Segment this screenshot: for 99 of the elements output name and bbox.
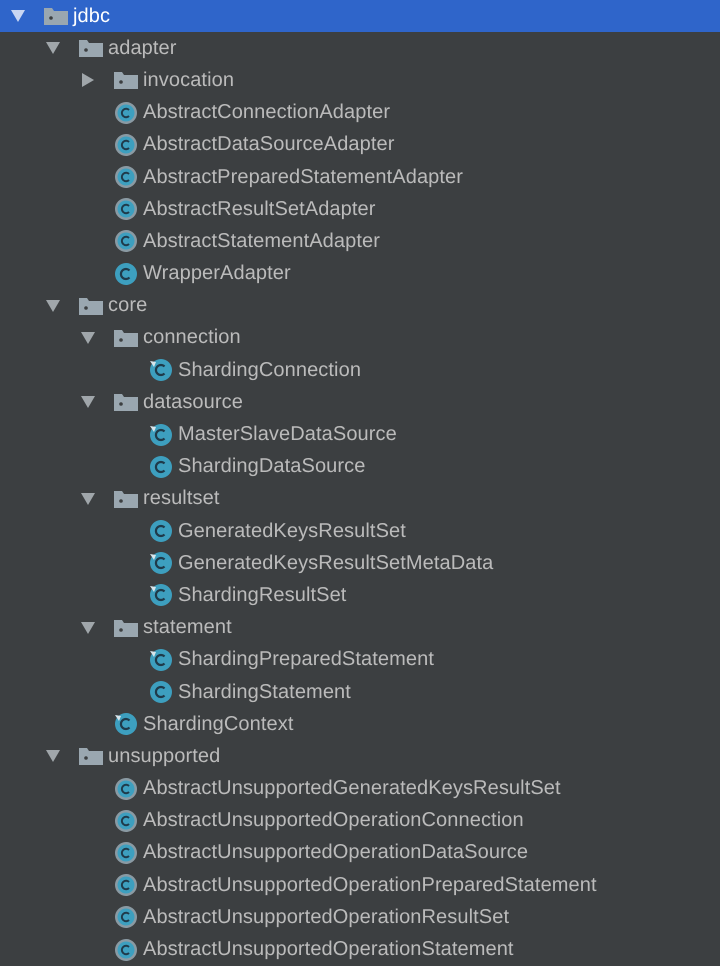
expanded-arrow-icon[interactable] xyxy=(81,395,95,410)
class-icon xyxy=(149,454,173,479)
tree-item-label: MasterSlaveDataSource xyxy=(178,423,397,446)
tree-item-label: datasource xyxy=(143,390,243,414)
tree-item[interactable]: ShardingDataSource xyxy=(0,450,720,483)
tree-item-label: connection xyxy=(143,326,241,350)
tree-item-label: AbstractConnectionAdapter xyxy=(143,101,390,124)
abstract-class-icon xyxy=(114,229,138,254)
expanded-arrow-icon[interactable] xyxy=(46,749,60,764)
class-icon xyxy=(149,422,173,447)
tree-item-label: GeneratedKeysResultSetMetaData xyxy=(178,552,494,575)
folder-icon xyxy=(79,39,103,58)
tree-item-label: ShardingResultSet xyxy=(178,584,346,607)
tree-item[interactable]: GeneratedKeysResultSetMetaData xyxy=(0,547,720,580)
tree-item-label: ShardingStatement xyxy=(178,680,351,704)
tree-item-label: jdbc xyxy=(73,4,110,28)
abstract-class-icon xyxy=(114,132,138,157)
tree-item-label: AbstractUnsupportedOperationConnection xyxy=(143,809,524,832)
tree-item[interactable]: GeneratedKeysResultSet xyxy=(0,515,720,548)
tree-item[interactable]: datasource xyxy=(0,386,720,418)
class-icon xyxy=(149,551,173,576)
tree-item-label: AbstractUnsupportedOperationStatement xyxy=(143,938,514,962)
expanded-arrow-icon[interactable] xyxy=(46,41,60,56)
abstract-class-icon xyxy=(114,938,138,962)
tree-item[interactable]: invocation xyxy=(0,64,720,97)
folder-icon xyxy=(114,71,138,90)
abstract-class-icon xyxy=(114,873,138,898)
tree-item[interactable]: AbstractConnectionAdapter xyxy=(0,96,720,129)
tree-item-label: AbstractDataSourceAdapter xyxy=(143,133,395,156)
tree-item-label: AbstractStatementAdapter xyxy=(143,230,380,253)
tree-item[interactable]: AbstractResultSetAdapter xyxy=(0,193,720,226)
expanded-arrow-icon[interactable] xyxy=(46,298,60,313)
tree-item-label: AbstractResultSetAdapter xyxy=(143,198,376,221)
tree-item[interactable]: AbstractUnsupportedGeneratedKeysResultSet xyxy=(0,772,720,805)
tree-item-label: adapter xyxy=(108,36,177,60)
collapsed-arrow-icon[interactable] xyxy=(81,73,95,88)
folder-icon xyxy=(79,296,103,315)
folder-icon xyxy=(114,490,138,508)
tree-item-label: statement xyxy=(143,616,232,640)
tree-item-label: GeneratedKeysResultSet xyxy=(178,520,406,543)
tree-item-label: AbstractPreparedStatementAdapter xyxy=(143,166,464,189)
tree-item[interactable]: core xyxy=(0,290,720,322)
tree-item-label: ShardingContext xyxy=(143,712,294,736)
tree-item[interactable]: ShardingPreparedStatement xyxy=(0,644,720,676)
tree-item-label: AbstractUnsupportedOperationResultSet xyxy=(143,906,510,929)
tree-item-label: AbstractUnsupportedGeneratedKeysResultSet xyxy=(143,777,561,800)
tree-item[interactable]: AbstractUnsupportedOperationStatement xyxy=(0,933,720,966)
tree-item[interactable]: WrapperAdapter xyxy=(0,258,720,290)
tree-item-label: ShardingConnection xyxy=(178,358,362,382)
class-icon xyxy=(149,519,173,544)
abstract-class-icon xyxy=(114,197,138,222)
tree-item[interactable]: AbstractDataSourceAdapter xyxy=(0,128,720,161)
tree-item-label: WrapperAdapter xyxy=(143,262,291,286)
abstract-class-icon xyxy=(114,165,138,190)
tree-item[interactable]: resultset xyxy=(0,482,720,515)
tree-item-label: AbstractUnsupportedOperationDataSource xyxy=(143,841,528,864)
tree-item[interactable]: MasterSlaveDataSource xyxy=(0,418,720,451)
tree-item-label: ShardingPreparedStatement xyxy=(178,648,434,672)
tree-item-label: resultset xyxy=(143,487,220,510)
folder-icon xyxy=(114,393,138,412)
tree-item[interactable]: ShardingConnection xyxy=(0,354,720,386)
tree-item[interactable]: AbstractUnsupportedOperationDataSource xyxy=(0,836,720,870)
tree-item[interactable]: AbstractUnsupportedOperationConnection xyxy=(0,804,720,837)
tree-item[interactable]: AbstractPreparedStatementAdapter xyxy=(0,160,720,194)
tree-item[interactable]: ShardingContext xyxy=(0,708,720,740)
abstract-class-icon xyxy=(114,905,138,930)
tree-item[interactable]: AbstractUnsupportedOperationPreparedStatement xyxy=(0,869,720,902)
expanded-arrow-icon[interactable] xyxy=(81,620,95,635)
class-icon xyxy=(149,583,173,608)
class-icon xyxy=(149,680,173,704)
tree-item[interactable]: connection xyxy=(0,322,720,354)
tree-item[interactable]: jdbc xyxy=(0,0,720,32)
folder-icon xyxy=(114,328,138,347)
tree-item-label: core xyxy=(108,294,148,318)
tree-item[interactable]: AbstractStatementAdapter xyxy=(0,225,720,258)
class-icon xyxy=(114,712,138,736)
folder-icon xyxy=(114,618,138,637)
expanded-arrow-icon[interactable] xyxy=(81,492,95,506)
expanded-arrow-icon[interactable] xyxy=(81,330,95,345)
class-icon xyxy=(114,262,138,286)
tree-item[interactable]: AbstractUnsupportedOperationResultSet xyxy=(0,901,720,934)
abstract-class-icon xyxy=(114,840,138,865)
expanded-arrow-icon[interactable] xyxy=(11,9,25,24)
folder-icon xyxy=(79,747,103,766)
tree-item[interactable]: adapter xyxy=(0,32,720,64)
class-icon xyxy=(149,648,173,672)
tree-item-label: ShardingDataSource xyxy=(178,455,366,478)
tree-item-label: AbstractUnsupportedOperationPreparedStatement xyxy=(143,874,597,897)
tree-item[interactable]: unsupported xyxy=(0,740,720,772)
abstract-class-icon xyxy=(114,776,138,801)
tree-item[interactable]: ShardingResultSet xyxy=(0,579,720,612)
folder-icon xyxy=(44,7,68,26)
tree-item[interactable]: ShardingStatement xyxy=(0,676,720,708)
tree-item-label: unsupported xyxy=(108,744,220,768)
class-icon xyxy=(149,358,173,382)
abstract-class-icon xyxy=(114,808,138,833)
tree-item[interactable]: statement xyxy=(0,612,720,644)
tree-item-label: invocation xyxy=(143,68,234,92)
abstract-class-icon xyxy=(114,100,138,125)
